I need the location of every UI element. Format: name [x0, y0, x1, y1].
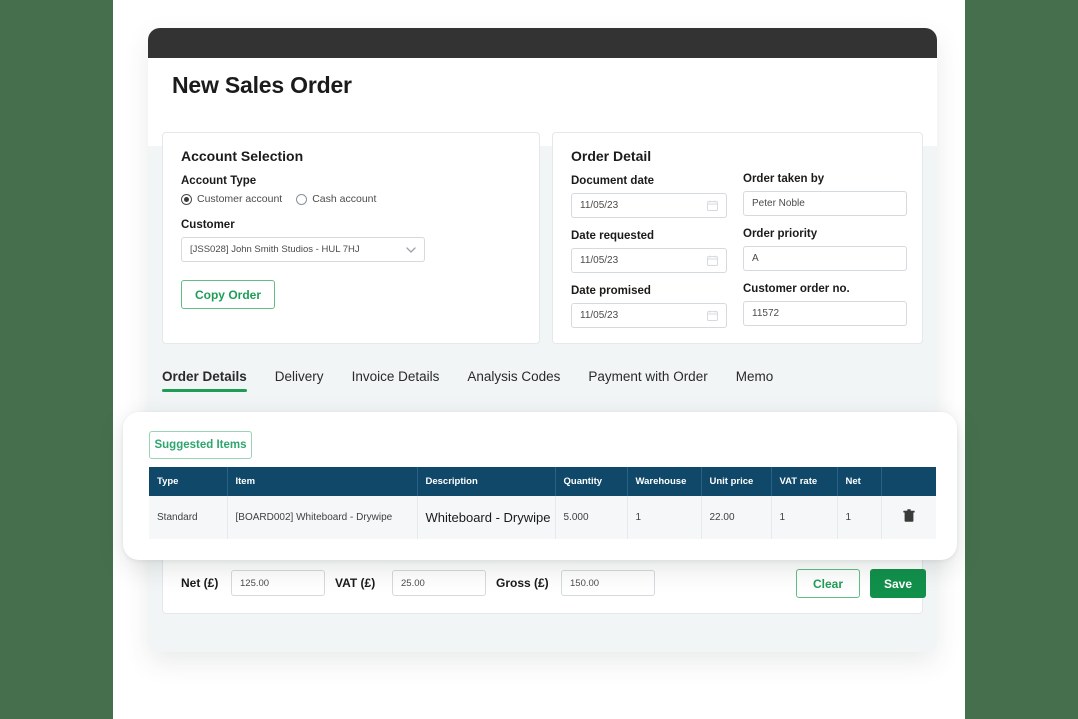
radio-unselected-icon — [296, 193, 308, 205]
customer-select-value: [JSS028] John Smith Studios - HUL 7HJ — [190, 244, 360, 255]
column-header-unit-price[interactable]: Unit price — [701, 467, 772, 496]
radio-cash-account-label: Cash account — [312, 193, 377, 205]
column-header-quantity[interactable]: Quantity — [555, 467, 628, 496]
order-priority-value: A — [752, 253, 759, 264]
gross-value: 150.00 — [570, 577, 600, 589]
order-tabs: Order Details Delivery Invoice Details A… — [162, 358, 773, 392]
radio-customer-account-label: Customer account — [197, 193, 283, 205]
column-header-warehouse[interactable]: Warehouse — [627, 467, 702, 496]
account-selection-panel: Account Selection Account Type Customer … — [162, 132, 540, 344]
date-requested-value: 11/05/23 — [580, 255, 619, 266]
account-selection-title: Account Selection — [181, 148, 304, 164]
customer-select[interactable]: [JSS028] John Smith Studios - HUL 7HJ — [181, 237, 425, 262]
column-header-net[interactable]: Net — [837, 467, 882, 496]
cell-item: [BOARD002] Whiteboard - Drywipe — [227, 496, 418, 539]
background-band-right — [965, 0, 1078, 719]
cell-description: Whiteboard - Drywipe — [417, 496, 556, 539]
cell-warehouse: 1 — [627, 496, 702, 539]
date-promised-input[interactable]: 11/05/23 — [571, 303, 727, 328]
column-header-description[interactable]: Description — [417, 467, 556, 496]
gross-label: Gross (£) — [496, 576, 549, 590]
clear-button[interactable]: Clear — [796, 569, 860, 598]
customer-order-no-input[interactable]: 11572 — [743, 301, 907, 326]
net-input[interactable]: 125.00 — [231, 570, 325, 596]
background-band-left — [0, 0, 113, 719]
totals-panel: Net (£) 125.00 VAT (£) 25.00 Gross (£) 1… — [162, 551, 926, 614]
column-header-type[interactable]: Type — [149, 467, 228, 496]
vat-input[interactable]: 25.00 — [392, 570, 486, 596]
cell-vat-rate: 1 — [771, 496, 838, 539]
account-type-label: Account Type — [181, 175, 257, 187]
radio-customer-account[interactable]: Customer account — [181, 193, 282, 205]
account-type-radio-group[interactable]: Customer account Cash account — [181, 193, 376, 205]
radio-cash-account[interactable]: Cash account — [296, 193, 376, 205]
trash-icon[interactable] — [903, 509, 915, 523]
customer-order-no-label: Customer order no. — [743, 283, 850, 295]
date-requested-label: Date requested — [571, 230, 655, 242]
column-header-actions — [881, 467, 936, 496]
tab-analysis-codes[interactable]: Analysis Codes — [467, 369, 560, 392]
gross-input[interactable]: 150.00 — [561, 570, 655, 596]
tab-order-details[interactable]: Order Details — [162, 369, 247, 392]
radio-selected-icon — [181, 193, 192, 205]
suggested-items-button[interactable]: Suggested Items — [149, 431, 252, 459]
cell-net: 1 — [837, 496, 882, 539]
save-button[interactable]: Save — [870, 569, 926, 598]
calendar-icon — [707, 255, 718, 266]
order-taken-by-label: Order taken by — [743, 173, 825, 185]
calendar-icon — [707, 200, 718, 211]
order-items-table: Type Item Description Quantity Warehouse… — [149, 467, 936, 539]
order-priority-label: Order priority — [743, 228, 818, 240]
date-promised-value: 11/05/23 — [580, 310, 619, 321]
app-root: New Sales Order Account Selection Accoun… — [0, 0, 1078, 719]
order-taken-by-input[interactable]: Peter Noble — [743, 191, 907, 216]
net-label: Net (£) — [181, 576, 219, 590]
table-row[interactable]: Standard [BOARD002] Whiteboard - Drywipe… — [149, 496, 936, 539]
cell-actions — [881, 496, 936, 539]
table-header-row: Type Item Description Quantity Warehouse… — [149, 467, 936, 496]
column-header-item[interactable]: Item — [227, 467, 418, 496]
window-title-bar — [148, 28, 937, 58]
suggested-items-overlay: Suggested Items Type Item Description Qu… — [123, 412, 957, 560]
order-taken-by-value: Peter Noble — [752, 198, 805, 209]
document-date-input[interactable]: 11/05/23 — [571, 193, 727, 218]
tab-delivery[interactable]: Delivery — [275, 369, 324, 392]
cell-type: Standard — [149, 496, 228, 539]
order-detail-panel: Order Detail Document date 11/05/23 Date… — [552, 132, 923, 344]
column-header-vat-rate[interactable]: VAT rate — [771, 467, 838, 496]
tab-payment-with-order[interactable]: Payment with Order — [588, 369, 707, 392]
customer-label: Customer — [181, 219, 235, 231]
cell-quantity: 5.000 — [555, 496, 628, 539]
customer-order-no-value: 11572 — [752, 308, 780, 319]
document-date-label: Document date — [571, 175, 655, 187]
page-title: New Sales Order — [172, 72, 352, 98]
date-promised-label: Date promised — [571, 285, 651, 297]
calendar-icon — [707, 310, 718, 321]
cell-unit-price: 22.00 — [701, 496, 772, 539]
net-value: 125.00 — [240, 577, 270, 589]
chevron-down-icon — [406, 246, 416, 253]
order-detail-title: Order Detail — [571, 148, 652, 164]
vat-value: 25.00 — [401, 577, 425, 589]
vat-label: VAT (£) — [335, 576, 376, 590]
document-date-value: 11/05/23 — [580, 200, 619, 211]
tab-invoice-details[interactable]: Invoice Details — [352, 369, 440, 392]
order-priority-input[interactable]: A — [743, 246, 907, 271]
copy-order-button[interactable]: Copy Order — [181, 280, 275, 309]
date-requested-input[interactable]: 11/05/23 — [571, 248, 727, 273]
tab-memo[interactable]: Memo — [736, 369, 774, 392]
